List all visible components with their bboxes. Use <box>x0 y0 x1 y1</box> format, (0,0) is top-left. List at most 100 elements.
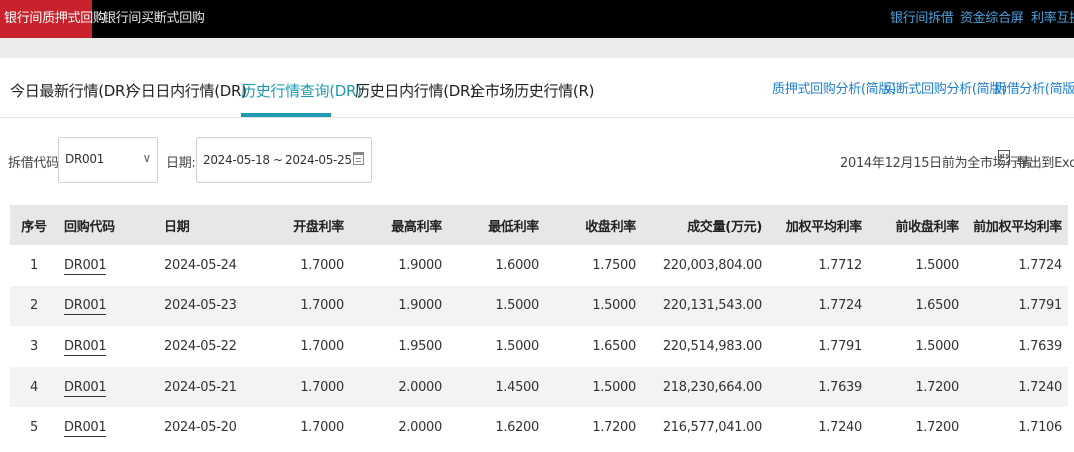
table-row: 1 DR001 2024-05-24 1.7000 1.9000 1.6000 … <box>10 245 1068 287</box>
cell-volume: 216,577,041.00 <box>642 407 768 449</box>
cell-low: 1.5000 <box>448 285 545 327</box>
repo-code-link[interactable]: DR001 <box>64 257 107 275</box>
col-header-high[interactable]: 最高利率 <box>350 205 448 245</box>
cell-date: 2024-05-24 <box>158 245 258 287</box>
date-from-input[interactable]: 2024-05-18 <box>203 153 270 167</box>
cell-close: 1.7500 <box>545 245 642 287</box>
col-header-open[interactable]: 开盘利率 <box>258 205 350 245</box>
cell-wavg: 1.7724 <box>768 285 868 327</box>
link-outright-repo-analysis[interactable]: 买断式回购分析(简版) <box>883 78 1007 97</box>
cell-code: DR001 <box>58 285 158 327</box>
code-select-value: DR001 <box>65 152 104 166</box>
cell-close: 1.7200 <box>545 407 642 449</box>
cell-index: 1 <box>10 245 58 287</box>
cell-open: 1.7000 <box>258 285 350 327</box>
tab-market-history[interactable]: 全市场历史行情(R) <box>470 80 594 101</box>
col-header-prev-close[interactable]: 前收盘利率 <box>868 205 965 245</box>
active-tab-indicator <box>241 113 331 117</box>
col-header-date[interactable]: 日期 <box>158 205 258 245</box>
xls-icon[interactable]: XLS <box>998 150 1010 165</box>
cell-low: 1.4500 <box>448 366 545 408</box>
col-header-low[interactable]: 最低利率 <box>448 205 545 245</box>
cell-code: DR001 <box>58 326 158 368</box>
nav-interest-rate-swap[interactable]: 利率互换 <box>1031 0 1074 38</box>
cell-prev-close: 1.6500 <box>868 285 965 327</box>
cell-volume: 220,131,543.00 <box>642 285 768 327</box>
cell-open: 1.7000 <box>258 366 350 408</box>
cell-index: 5 <box>10 407 58 449</box>
cell-wavg: 1.7791 <box>768 326 868 368</box>
table-header-row: 序号 回购代码 日期 开盘利率 最高利率 最低利率 收盘利率 成交量(万元) 加… <box>10 205 1068 245</box>
repo-code-link[interactable]: DR001 <box>64 298 107 316</box>
link-pledged-repo-analysis[interactable]: 质押式回购分析(简版) <box>772 78 896 97</box>
table-row: 5 DR001 2024-05-20 1.7000 2.0000 1.6200 … <box>10 407 1068 449</box>
cell-close: 1.6500 <box>545 326 642 368</box>
repo-code-link[interactable]: DR001 <box>64 338 107 356</box>
col-header-close[interactable]: 收盘利率 <box>545 205 642 245</box>
cell-prev-wavg: 1.7791 <box>965 285 1068 327</box>
cell-low: 1.6200 <box>448 407 545 449</box>
repo-code-link[interactable]: DR001 <box>64 379 107 397</box>
repo-code-link[interactable]: DR001 <box>64 420 107 438</box>
nav-fund-screen[interactable]: 资金综合屏 <box>960 0 1024 38</box>
link-lending-analysis[interactable]: 拆借分析(简版) <box>994 78 1074 97</box>
table-row: 3 DR001 2024-05-22 1.7000 1.9500 1.5000 … <box>10 326 1068 368</box>
col-header-index[interactable]: 序号 <box>10 205 58 245</box>
cell-volume: 218,230,664.00 <box>642 366 768 408</box>
date-to-input[interactable]: 2024-05-25 <box>285 153 352 167</box>
cell-prev-close: 1.5000 <box>868 245 965 287</box>
cell-low: 1.5000 <box>448 326 545 368</box>
chevron-down-icon: ∨ <box>142 151 152 165</box>
tab-today-latest[interactable]: 今日最新行情(DR) <box>10 80 131 101</box>
col-header-code[interactable]: 回购代码 <box>58 205 158 245</box>
cell-open: 1.7000 <box>258 326 350 368</box>
cell-high: 1.9500 <box>350 326 448 368</box>
cell-date: 2024-05-20 <box>158 407 258 449</box>
cell-low: 1.6000 <box>448 245 545 287</box>
tab-today-intraday[interactable]: 今日日内行情(DR) <box>126 80 247 101</box>
tab-bar: 今日最新行情(DR) 今日日内行情(DR) 历史行情查询(DR) 历史日内行情(… <box>0 58 1074 118</box>
date-separator: ~ <box>273 153 283 167</box>
tab-history-query[interactable]: 历史行情查询(DR) <box>241 80 362 101</box>
cell-high: 2.0000 <box>350 366 448 408</box>
table-row: 2 DR001 2024-05-23 1.7000 1.9000 1.5000 … <box>10 285 1068 327</box>
cell-code: DR001 <box>58 407 158 449</box>
calendar-icon[interactable] <box>353 152 364 165</box>
col-header-volume[interactable]: 成交量(万元) <box>642 205 768 245</box>
code-label: 拆借代码: <box>8 156 63 171</box>
date-label: 日期: <box>166 156 196 171</box>
code-select[interactable]: DR001 ∨ <box>58 137 158 183</box>
col-header-prev-wavg[interactable]: 前加权平均利率 <box>965 205 1068 245</box>
cell-code: DR001 <box>58 245 158 287</box>
cell-code: DR001 <box>58 366 158 408</box>
cell-wavg: 1.7712 <box>768 245 868 287</box>
col-header-wavg[interactable]: 加权平均利率 <box>768 205 868 245</box>
date-range-picker[interactable]: 2024-05-18 ~ 2024-05-25 <box>196 137 372 183</box>
nav-interbank-lending[interactable]: 银行间拆借 <box>890 0 954 38</box>
cell-wavg: 1.7240 <box>768 407 868 449</box>
cell-prev-wavg: 1.7724 <box>965 245 1068 287</box>
cell-index: 2 <box>10 285 58 327</box>
cell-volume: 220,003,804.00 <box>642 245 768 287</box>
cell-close: 1.5000 <box>545 366 642 408</box>
nav-outright-repo[interactable]: 银行间买断式回购 <box>103 0 205 38</box>
export-excel-button[interactable]: 导出到Excel <box>1016 152 1074 171</box>
cell-date: 2024-05-23 <box>158 285 258 327</box>
cell-prev-wavg: 1.7639 <box>965 326 1068 368</box>
cell-close: 1.5000 <box>545 285 642 327</box>
cell-open: 1.7000 <box>258 407 350 449</box>
cell-date: 2024-05-22 <box>158 326 258 368</box>
cell-volume: 220,514,983.00 <box>642 326 768 368</box>
tab-history-intraday[interactable]: 历史日内行情(DR) <box>355 80 476 101</box>
nav-pledged-repo[interactable]: 银行间质押式回购 <box>0 0 106 38</box>
cell-prev-close: 1.7200 <box>868 407 965 449</box>
cell-wavg: 1.7639 <box>768 366 868 408</box>
cell-high: 2.0000 <box>350 407 448 449</box>
table-row: 4 DR001 2024-05-21 1.7000 2.0000 1.4500 … <box>10 366 1068 408</box>
cell-index: 3 <box>10 326 58 368</box>
cell-date: 2024-05-21 <box>158 366 258 408</box>
cell-index: 4 <box>10 366 58 408</box>
cell-open: 1.7000 <box>258 245 350 287</box>
top-nav-bar: 银行间质押式回购 银行间买断式回购 银行间拆借 资金综合屏 利率互换 <box>0 0 1074 38</box>
cell-prev-wavg: 1.7240 <box>965 366 1068 408</box>
